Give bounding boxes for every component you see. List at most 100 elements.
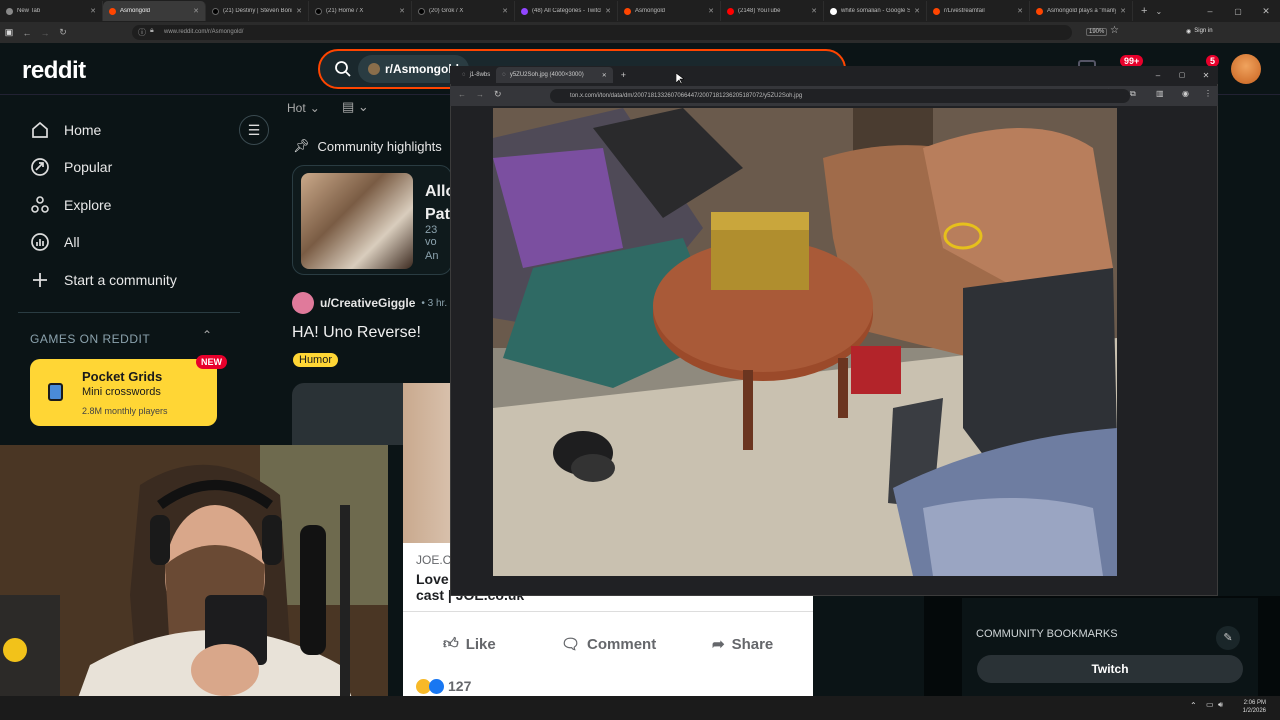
comment-button[interactable]: 🗨︎ Comment [561, 635, 656, 654]
sidebar-item-start-community[interactable]: Start a community [30, 270, 177, 290]
forward-arrow-icon[interactable]: → [36, 28, 54, 38]
profile-icon[interactable]: ◉ [1182, 89, 1189, 98]
close-icon[interactable]: ✕ [602, 72, 607, 79]
browser-tab[interactable]: New Tab ✕ [0, 1, 103, 21]
close-icon[interactable]: ✕ [708, 7, 714, 15]
reload-icon[interactable]: ↻ [54, 27, 72, 38]
close-icon[interactable]: ✕ [1120, 7, 1126, 15]
reddit-logo[interactable]: reddit [22, 57, 86, 85]
minimize-button[interactable]: – [1196, 6, 1224, 16]
browser-tab[interactable]: r/Livestreamfail ✕ [927, 1, 1030, 21]
x-favicon-icon [418, 7, 425, 15]
sidebar-divider [18, 312, 240, 313]
sidebar-item-explore[interactable]: Explore [30, 195, 111, 215]
close-icon[interactable]: ✕ [914, 7, 920, 15]
reddit-favicon-icon [1036, 7, 1043, 15]
browser-tab[interactable]: (21) Home / X ✕ [309, 1, 412, 21]
taskbar-clock[interactable]: 2:06 PM 1/2/2026 [1243, 699, 1266, 715]
close-icon[interactable]: ✕ [605, 7, 611, 15]
address-bar[interactable]: www.reddit.com/r/Asmongold/ [132, 25, 1072, 40]
all-icon [31, 233, 49, 251]
reaction-summary[interactable]: 127 [416, 678, 471, 694]
close-icon[interactable]: ✕ [1017, 7, 1023, 15]
thumbs-up-icon: 👍︎ [443, 635, 459, 652]
forward-arrow-icon[interactable]: → [476, 90, 484, 99]
browser-tab[interactable]: (21) Destiny | Steven Bonnell II✕ [206, 1, 309, 21]
browser-tab-bar: New Tab ✕ Asmongold ✕ (21) Destiny | Steve… [0, 0, 1280, 22]
pin-icon: 📌︎ [293, 138, 310, 153]
close-icon[interactable]: ✕ [193, 7, 199, 15]
sign-in-button[interactable]: ◉ Sign in [1186, 28, 1213, 35]
tray-chevron-icon[interactable]: ⌃ [1190, 701, 1197, 710]
sidebar-toggle-icon[interactable]: ▣ [0, 27, 18, 38]
lock-icon: 🔒︎ [150, 27, 154, 34]
twitch-bookmark-button[interactable]: Twitch [977, 655, 1243, 683]
browser-tab[interactable]: (2148) YouTube ✕ [721, 1, 824, 21]
browser-tab[interactable]: (48) All Categories - Twitch ✕ [515, 1, 618, 21]
network-icon[interactable]: ▭ [1206, 700, 1214, 709]
chevron-up-icon[interactable]: ⌃ [202, 328, 212, 342]
post-flair[interactable]: Humor [293, 353, 339, 367]
x-favicon-icon [212, 7, 219, 15]
view-dropdown[interactable]: ▤ ⌄ [342, 99, 369, 115]
browser-tab[interactable]: Asmongold plays a "manly" ...✕ [1030, 1, 1133, 21]
post-author[interactable]: u/CreativeGiggle [320, 296, 415, 310]
popup-maximize-button[interactable]: ▢ [1170, 71, 1194, 79]
close-icon[interactable]: ✕ [296, 7, 302, 15]
mouse-cursor-icon [676, 73, 684, 85]
popup-tab[interactable]: ◌ j1-8wbs [456, 67, 496, 83]
popular-icon [31, 158, 49, 176]
popup-close-button[interactable]: ✕ [1194, 71, 1218, 80]
new-tab-button[interactable]: + [1133, 5, 1155, 17]
like-button[interactable]: 👍︎ Like [443, 635, 496, 653]
browser-tab[interactable]: white somalian - Google Search✕ [824, 1, 927, 21]
close-window-button[interactable]: ✕ [1252, 6, 1280, 17]
highlight-title: AlloPat [425, 183, 451, 223]
fb-divider [403, 611, 813, 612]
reload-icon[interactable]: ↻ [494, 89, 502, 100]
comment-icon: 🗨︎ [561, 636, 581, 653]
sidebar-item-all[interactable]: All [30, 232, 80, 252]
popup-address-bar[interactable]: ton.x.com/i/ton/data/dm/2007181332607066… [550, 89, 1130, 103]
user-avatar[interactable] [292, 292, 314, 314]
bookmark-star-icon[interactable]: ☆ [1110, 25, 1119, 36]
browser-tab-active[interactable]: Asmongold ✕ [103, 1, 206, 21]
maximize-button[interactable]: ▢ [1224, 7, 1252, 16]
tab-list-button[interactable]: ⌄ [1155, 7, 1162, 16]
menu-toggle-button[interactable]: ☰ [239, 115, 269, 145]
popup-tab-bar: ◌ j1-8wbs ◌ y5ZU2Soh.jpg (4000×3000) ✕ + – … [450, 66, 1218, 84]
link-source: JOE.C [416, 553, 452, 567]
close-icon[interactable]: ✕ [502, 7, 508, 15]
close-icon[interactable]: ✕ [399, 7, 405, 15]
user-icon: ◉ [1186, 29, 1192, 35]
volume-icon[interactable]: 🔊︎ [1218, 700, 1223, 710]
split-view-icon[interactable]: ▥ [1156, 89, 1164, 98]
close-icon[interactable]: ✕ [811, 7, 817, 15]
tab-favicon-icon [6, 7, 13, 15]
popup-tab-active[interactable]: ◌ y5ZU2Soh.jpg (4000×3000) ✕ [496, 67, 613, 83]
zoom-indicator[interactable]: 190% [1086, 28, 1108, 36]
sort-dropdown[interactable]: Hot ⌄ [287, 101, 320, 115]
avatar[interactable] [1231, 54, 1261, 84]
back-arrow-icon[interactable]: ← [18, 28, 36, 38]
popup-new-tab-button[interactable]: + [621, 70, 626, 80]
highlight-card[interactable]: AlloPat 23 vo An [292, 165, 452, 275]
sidebar-item-home[interactable]: Home [30, 120, 101, 140]
close-icon[interactable]: ✕ [90, 7, 96, 15]
subreddit-avatar-icon [368, 63, 380, 75]
site-info-icon[interactable]: ⓘ [138, 27, 146, 38]
edit-pencil-icon[interactable]: ✎ [1216, 626, 1240, 650]
more-menu-icon[interactable]: ⋮ [1204, 89, 1212, 98]
pocket-grids-card[interactable]: Pocket Grids Mini crosswords 2.8M monthl… [30, 359, 217, 426]
browser-tab[interactable]: (20) Grok / X ✕ [412, 1, 515, 21]
post-title[interactable]: HA! Uno Reverse! [292, 324, 421, 342]
back-arrow-icon[interactable]: ← [458, 90, 466, 99]
browser-tab[interactable]: Asmongold ✕ [618, 1, 721, 21]
extensions-icon[interactable]: ⧉ [1130, 89, 1136, 99]
google-favicon-icon [830, 7, 837, 15]
twitch-favicon-icon [521, 7, 528, 15]
sidebar-item-popular[interactable]: Popular [30, 157, 112, 177]
highlight-votes: 23 vo [425, 224, 438, 248]
popup-minimize-button[interactable]: – [1146, 71, 1170, 80]
share-button[interactable]: ➦ Share [712, 635, 773, 654]
